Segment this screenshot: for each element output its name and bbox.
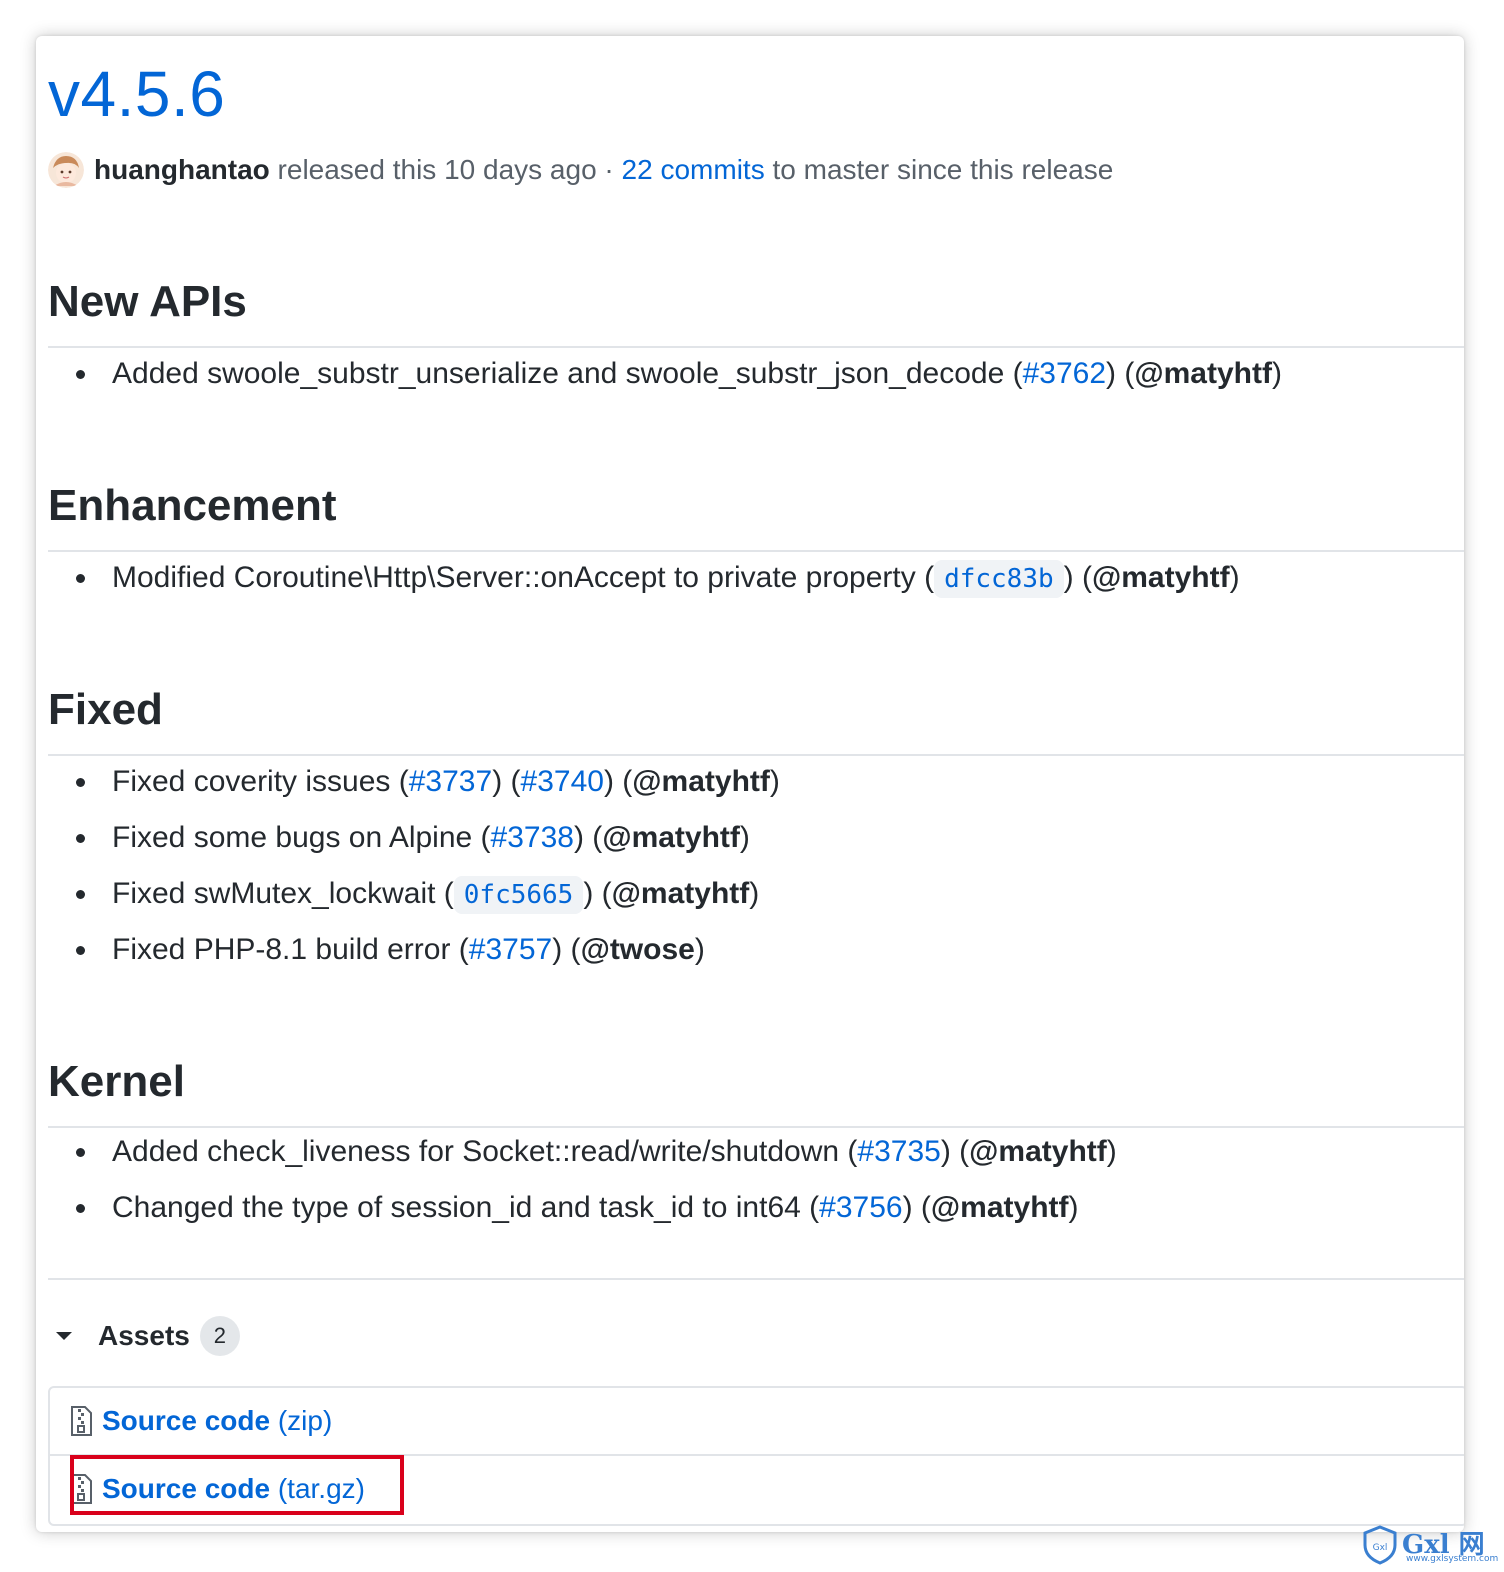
highlight-box bbox=[70, 1455, 404, 1515]
list-item: Added check_liveness for Socket::read/wr… bbox=[76, 1124, 1117, 1180]
commit-link[interactable]: 0fc5665 bbox=[453, 876, 584, 914]
heading-fixed: Fixed bbox=[48, 682, 1464, 756]
release-title-link[interactable]: v4.5.6 bbox=[48, 54, 225, 134]
list-item: Modified Coroutine\Http\Server::onAccept… bbox=[76, 550, 1240, 606]
list-item: Fixed some bugs on Alpine (#3738) (@maty… bbox=[76, 810, 780, 866]
pr-link[interactable]: #3756 bbox=[819, 1191, 902, 1224]
pr-link[interactable]: #3735 bbox=[857, 1135, 940, 1168]
list-item: Fixed PHP-8.1 build error (#3757) (@twos… bbox=[76, 922, 780, 978]
triangle-down-icon bbox=[56, 1332, 72, 1340]
release-meta: huanghantao released this 10 days ago · … bbox=[48, 150, 1113, 190]
shield-icon: Gxl bbox=[1363, 1525, 1397, 1565]
asset-row: Source code (zip) bbox=[50, 1388, 1464, 1454]
release-card: v4.5.6 huanghantao released this 10 days… bbox=[36, 36, 1464, 1532]
author-link[interactable]: huanghantao bbox=[94, 154, 270, 186]
commit-link[interactable]: dfcc83b bbox=[934, 560, 1064, 598]
assets-label: Assets bbox=[98, 1320, 190, 1351]
list-item: Added swoole_substr_unserialize and swoo… bbox=[76, 346, 1282, 402]
pr-link[interactable]: #3738 bbox=[491, 821, 574, 854]
released-text: released this 10 days ago · bbox=[277, 154, 614, 185]
user-mention[interactable]: @matyhtf bbox=[1092, 561, 1230, 594]
pr-link[interactable]: #3740 bbox=[521, 765, 604, 798]
pr-link[interactable]: #3762 bbox=[1023, 357, 1106, 390]
commits-link[interactable]: 22 commits bbox=[622, 154, 765, 186]
list-enhancement: Modified Coroutine\Http\Server::onAccept… bbox=[76, 550, 1240, 606]
list-item: Changed the type of session_id and task_… bbox=[76, 1180, 1117, 1236]
list-fixed: Fixed coverity issues (#3737) (#3740) (@… bbox=[76, 754, 780, 978]
user-mention[interactable]: @matyhtf bbox=[969, 1135, 1107, 1168]
user-mention[interactable]: @matyhtf bbox=[602, 821, 740, 854]
asset-link-zip[interactable]: Source code (zip) bbox=[102, 1405, 332, 1437]
file-zip-icon bbox=[71, 1406, 92, 1436]
user-mention[interactable]: @matyhtf bbox=[1134, 357, 1272, 390]
heading-enhancement: Enhancement bbox=[48, 478, 1464, 552]
heading-new-apis: New APIs bbox=[48, 274, 1464, 348]
user-mention[interactable]: @twose bbox=[581, 933, 695, 966]
commits-suffix: to master since this release bbox=[772, 154, 1114, 185]
assets-count-badge: 2 bbox=[199, 1316, 240, 1356]
svg-text:Gxl: Gxl bbox=[1373, 1543, 1388, 1553]
list-item: Fixed swMutex_lockwait (0fc5665) (@matyh… bbox=[76, 866, 780, 922]
page: v4.5.6 huanghantao released this 10 days… bbox=[0, 0, 1504, 1572]
assets-divider bbox=[48, 1278, 1464, 1280]
pr-link[interactable]: #3737 bbox=[409, 765, 492, 798]
list-kernel: Added check_liveness for Socket::read/wr… bbox=[76, 1124, 1117, 1236]
user-mention[interactable]: @matyhtf bbox=[612, 877, 750, 910]
assets-toggle[interactable]: Assets 2 bbox=[48, 1314, 240, 1358]
list-item: Fixed coverity issues (#3737) (#3740) (@… bbox=[76, 754, 780, 810]
author-avatar[interactable] bbox=[48, 152, 84, 188]
pr-link[interactable]: #3757 bbox=[469, 933, 552, 966]
list-new-apis: Added swoole_substr_unserialize and swoo… bbox=[76, 346, 1282, 402]
user-mention[interactable]: @matyhtf bbox=[632, 765, 770, 798]
heading-kernel: Kernel bbox=[48, 1054, 1464, 1128]
watermark-logo: Gxl Gxl 网 www.gxlsystem.com bbox=[1362, 1522, 1499, 1568]
watermark-sub: www.gxlsystem.com bbox=[1406, 1554, 1499, 1564]
user-mention[interactable]: @matyhtf bbox=[931, 1191, 1069, 1224]
